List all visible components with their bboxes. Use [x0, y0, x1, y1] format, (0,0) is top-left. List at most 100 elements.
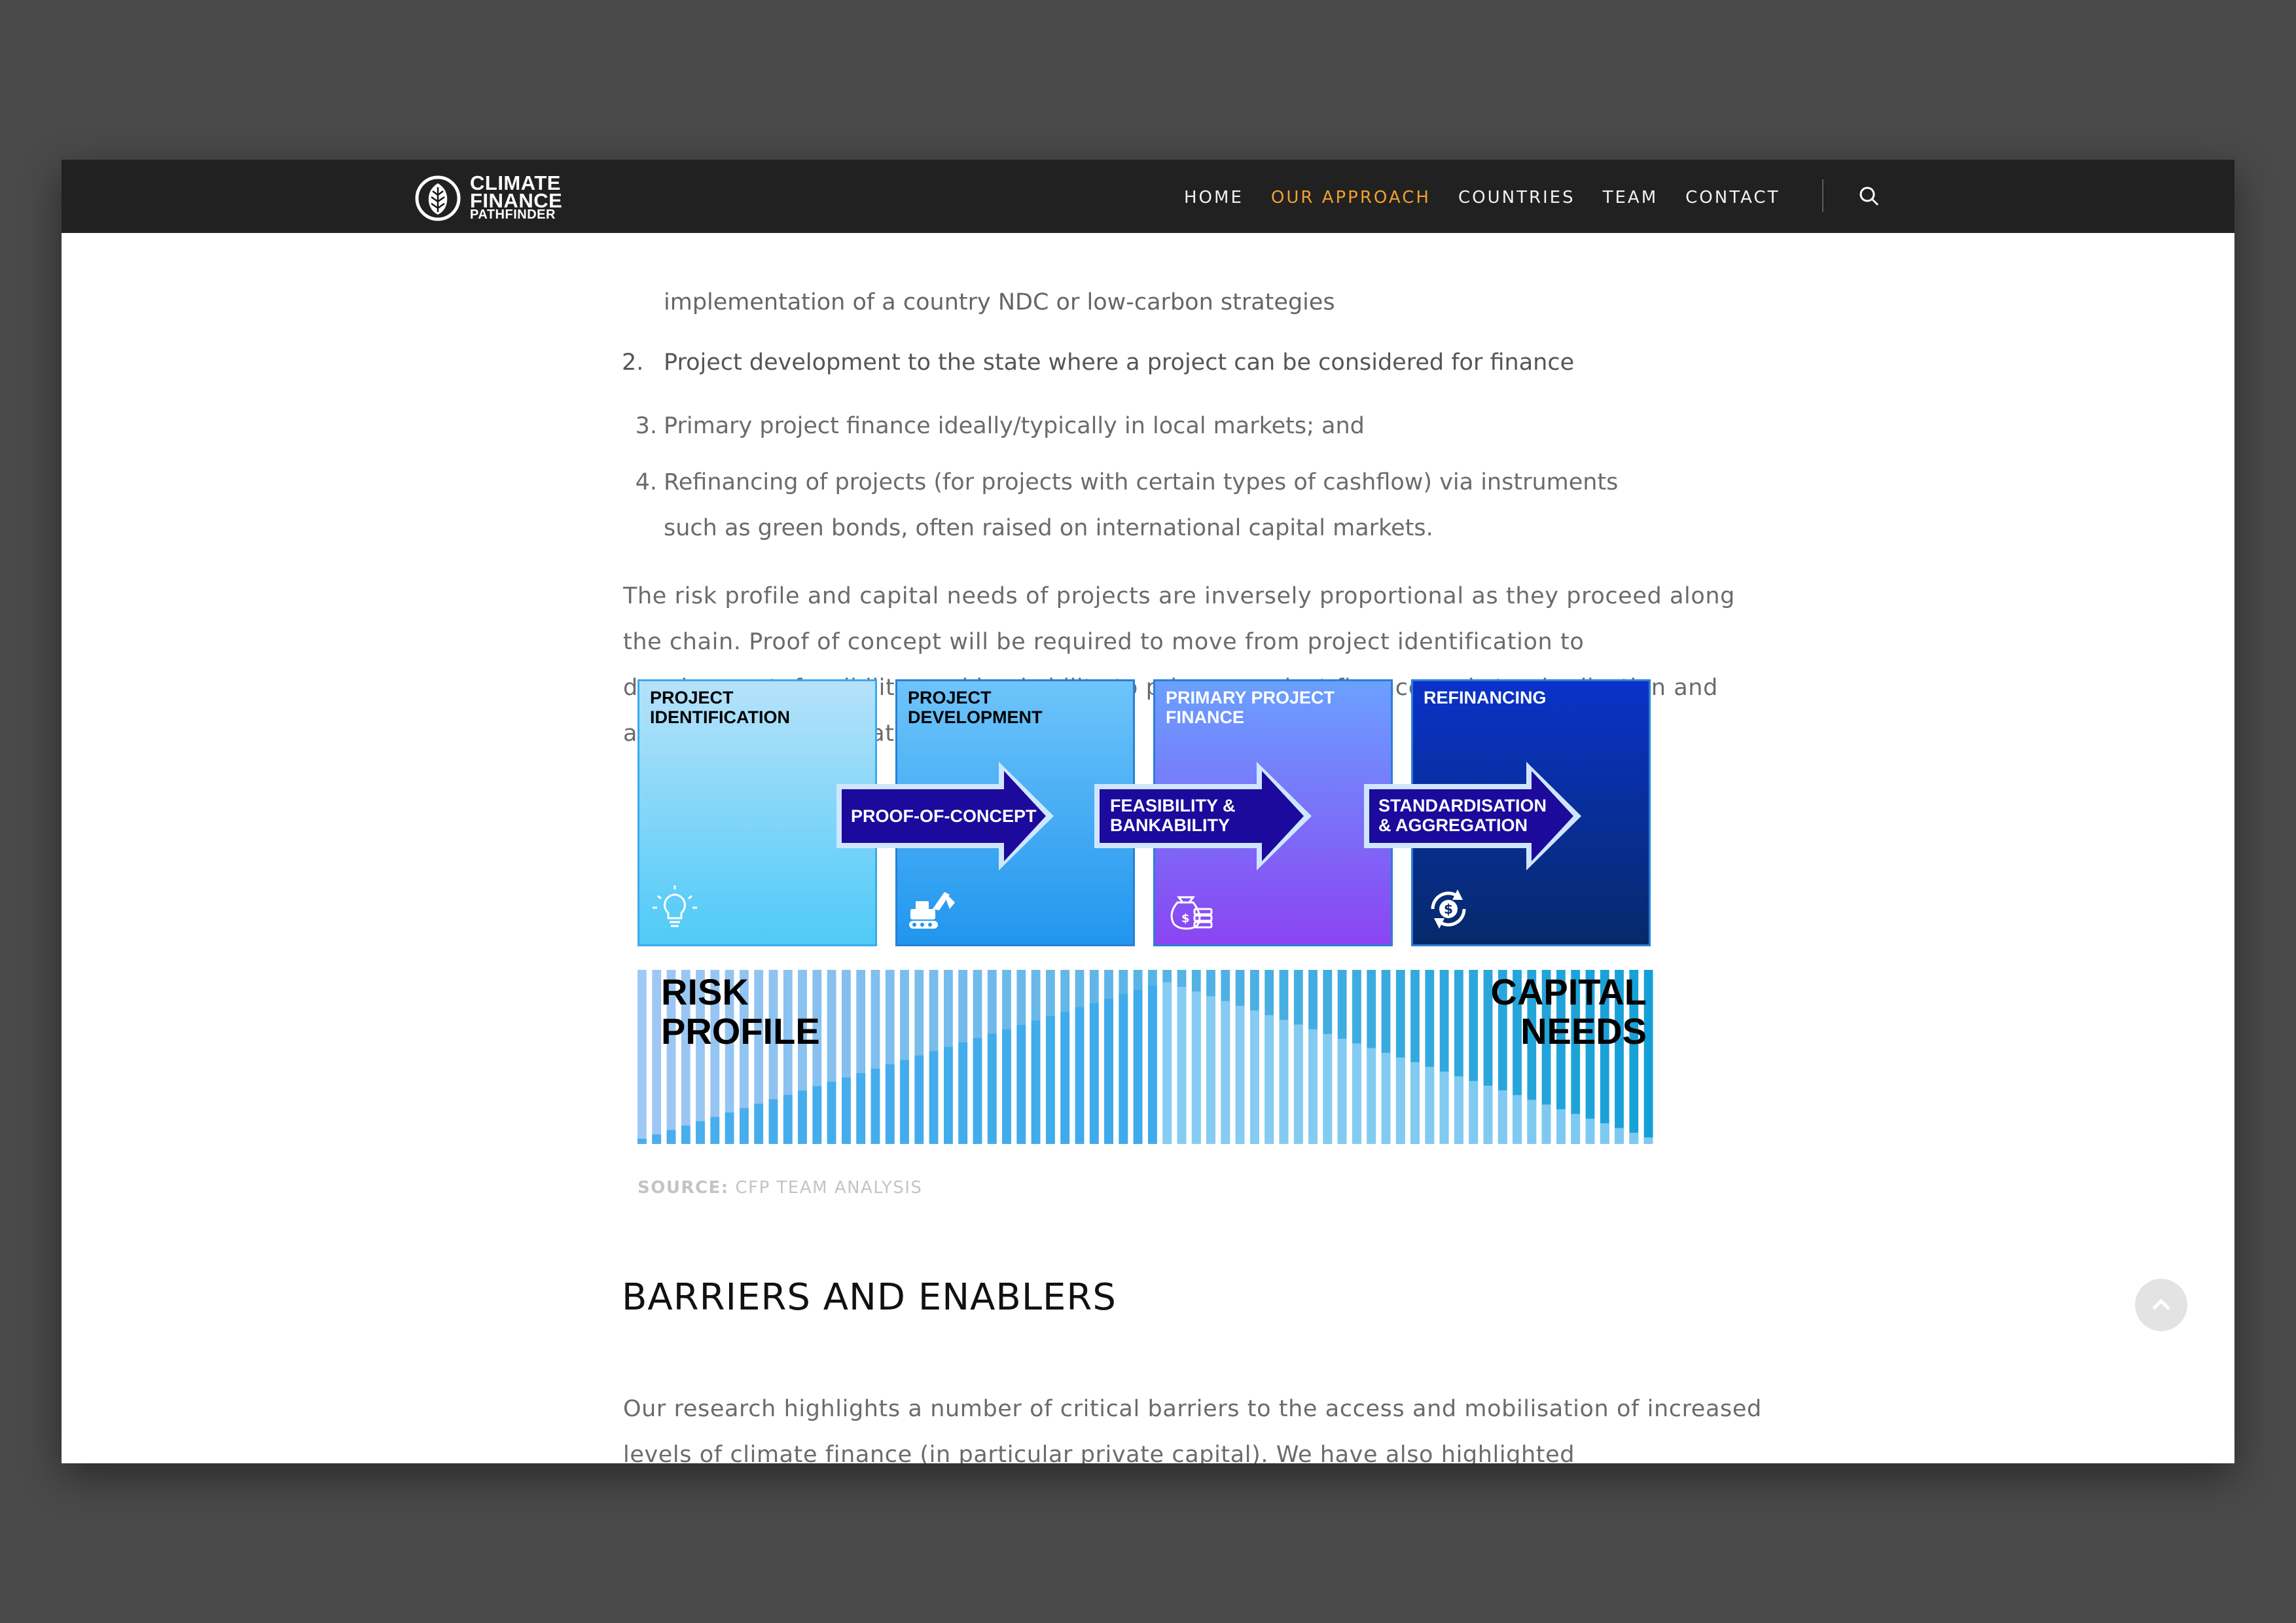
- risk-bar: [1206, 996, 1215, 1144]
- capital-label-line: CAPITAL: [1490, 971, 1647, 1012]
- risk-bar: [740, 1108, 749, 1144]
- risk-bar: [1308, 1029, 1318, 1144]
- risk-bar: [973, 1038, 982, 1144]
- risk-bar: [1498, 1090, 1507, 1144]
- risk-bar: [1002, 1029, 1011, 1144]
- arrow-label: PROOF-OF-CONCEPT: [851, 806, 1037, 826]
- body-paragraph: Our research highlights a number of crit…: [623, 1396, 1762, 1463]
- risk-bar: [1454, 1076, 1463, 1144]
- figure-source: SOURCE: CFP TEAM ANALYSIS: [637, 1178, 922, 1198]
- section-heading: BARRIERS AND ENABLERS: [622, 1276, 1117, 1319]
- lightbulb-icon: [653, 885, 697, 927]
- source-text: CFP TEAM ANALYSIS: [735, 1178, 923, 1198]
- chevron-up-icon: [2152, 1298, 2170, 1310]
- risk-bar: [1352, 1043, 1361, 1144]
- risk-bar: [1556, 1109, 1566, 1144]
- risk-bar: [1410, 1062, 1420, 1144]
- risk-bar: [1367, 1048, 1376, 1144]
- risk-bar: [1265, 1015, 1274, 1144]
- risk-bar: [783, 1095, 793, 1144]
- stage-title: PROJECT DEVELOPMENT: [908, 688, 1043, 727]
- risk-bar: [1323, 1033, 1333, 1144]
- risk-bar: [1425, 1067, 1435, 1144]
- svg-text:$: $: [1181, 912, 1190, 925]
- risk-bar: [1060, 1012, 1070, 1144]
- risk-bar: [914, 1055, 924, 1144]
- risk-bar: [1104, 999, 1113, 1144]
- arrow-label: FEASIBILITY &: [1110, 796, 1236, 815]
- risk-bar: [987, 1033, 997, 1144]
- risk-bar: [1629, 1132, 1639, 1144]
- site-logo[interactable]: CLIMATE FINANCE PATHFINDER: [415, 171, 585, 222]
- risk-bar: [1395, 1057, 1405, 1144]
- list-item-number: 3.: [635, 413, 657, 439]
- svg-text:$: $: [1444, 901, 1453, 917]
- risk-bar: [1031, 1020, 1041, 1144]
- logo-text: PATHFINDER: [470, 207, 556, 222]
- risk-bar: [1089, 1003, 1099, 1144]
- risk-bar: [710, 1116, 720, 1144]
- main-nav: HOME OUR APPROACH COUNTRIES TEAM CONTACT: [1184, 185, 1807, 211]
- risk-bar: [1279, 1020, 1289, 1144]
- risk-bar: [1600, 1123, 1609, 1144]
- finance-chain-figure: PROJECT IDENTIFICATION PROJECT DEVELOPME…: [637, 679, 1724, 1216]
- refresh-dollar-icon: $: [1431, 889, 1466, 929]
- risk-bar: [1381, 1052, 1391, 1144]
- risk-bar: [1483, 1086, 1493, 1144]
- risk-bar: [1148, 985, 1157, 1144]
- risk-bar: [944, 1046, 953, 1144]
- scroll-to-top-button[interactable]: [2135, 1279, 2187, 1331]
- nav-item-countries[interactable]: COUNTRIES: [1458, 185, 1575, 211]
- nav-item-our-approach[interactable]: OUR APPROACH: [1271, 185, 1431, 211]
- risk-profile-label: RISK PROFILE: [661, 972, 820, 1051]
- risk-bar: [1541, 1104, 1551, 1144]
- leaf-logo-icon: [415, 175, 461, 221]
- nav-item-contact[interactable]: CONTACT: [1685, 185, 1780, 211]
- risk-label-line: PROFILE: [661, 1010, 820, 1052]
- risk-bar: [637, 1139, 647, 1144]
- list-item-text: Primary project finance ideally/typicall…: [664, 413, 1365, 439]
- list-item-number: 2.: [622, 349, 644, 376]
- risk-bar: [1221, 1001, 1230, 1144]
- risk-bar: [1527, 1099, 1537, 1144]
- risk-bar: [929, 1051, 939, 1144]
- risk-bar: [1293, 1024, 1303, 1144]
- stage-title: REFINANCING: [1424, 688, 1547, 707]
- risk-bar: [725, 1112, 734, 1144]
- top-navbar: CLIMATE FINANCE PATHFINDER HOME OUR APPR…: [62, 160, 2234, 233]
- risk-bar: [1177, 987, 1187, 1144]
- risk-bar: [1615, 1128, 1624, 1144]
- capital-bar: [652, 970, 662, 1144]
- risk-bar: [870, 1069, 880, 1144]
- risk-bar: [768, 1099, 778, 1144]
- risk-bar: [1191, 991, 1201, 1144]
- nav-item-team[interactable]: TEAM: [1603, 185, 1659, 211]
- risk-label-line: RISK: [661, 971, 749, 1012]
- search-icon[interactable]: [1856, 183, 1882, 209]
- risk-bar: [1571, 1114, 1581, 1144]
- list-item-text: Refinancing of projects (for projects wi…: [664, 469, 1619, 541]
- list-item-text: implementation of a country NDC or low-c…: [664, 289, 1335, 315]
- stage-title: PROJECT IDENTIFICATION: [650, 688, 790, 727]
- money-bag-icon: $: [1170, 896, 1213, 930]
- risk-bar: [652, 1134, 662, 1144]
- risk-bar: [812, 1086, 822, 1144]
- stage-title: PRIMARY PROJECT FINANCE: [1166, 688, 1335, 727]
- risk-bar: [885, 1064, 895, 1144]
- risk-bar: [900, 1060, 909, 1144]
- risk-bar: [1250, 1010, 1259, 1144]
- risk-bar: [1046, 1016, 1055, 1144]
- risk-bar: [1235, 1005, 1245, 1144]
- risk-bar: [798, 1090, 807, 1144]
- arrow-label: STANDARDISATION: [1378, 796, 1547, 815]
- risk-bar: [754, 1103, 764, 1144]
- risk-bar: [1585, 1118, 1595, 1144]
- risk-bar: [666, 1130, 676, 1144]
- capital-label-line: NEEDS: [1520, 1010, 1647, 1052]
- risk-bar: [1469, 1080, 1479, 1144]
- arrow-label: BANKABILITY: [1110, 815, 1230, 835]
- risk-bar: [1119, 994, 1128, 1144]
- risk-bar: [1439, 1071, 1449, 1144]
- nav-item-home[interactable]: HOME: [1184, 185, 1244, 211]
- arrow-label: & AGGREGATION: [1378, 815, 1528, 835]
